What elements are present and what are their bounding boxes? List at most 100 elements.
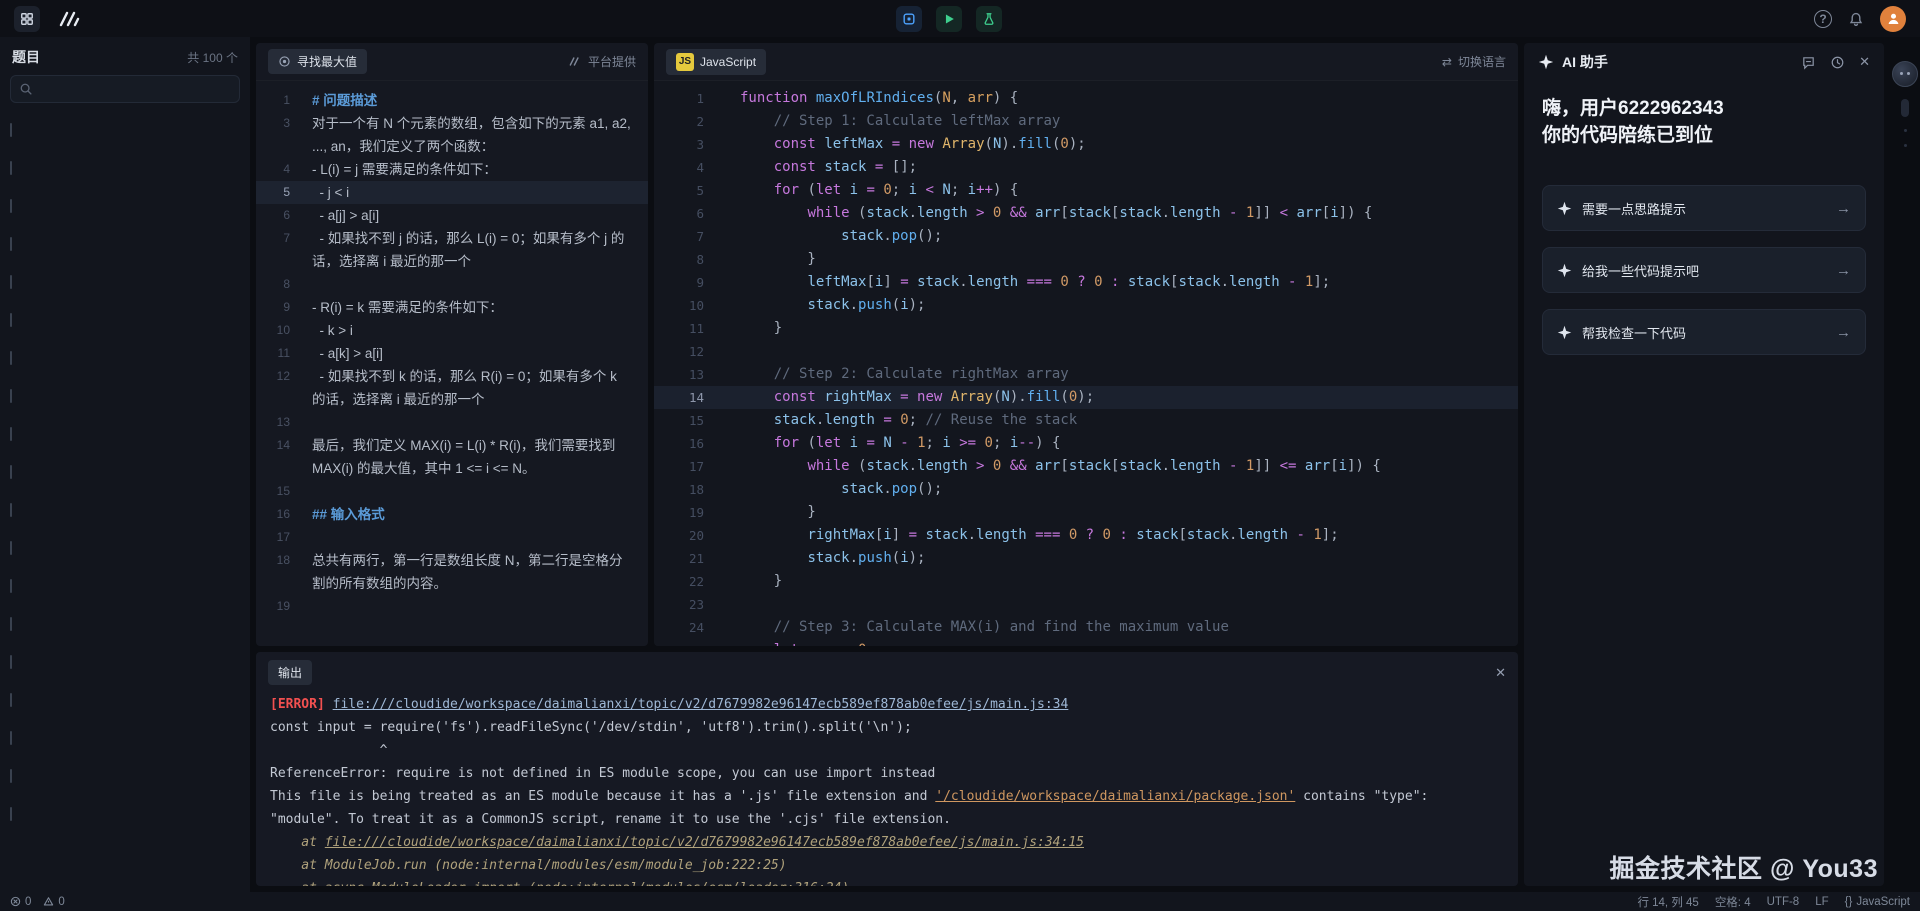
target-icon: [278, 55, 291, 68]
ai-suggestion-idea-hint[interactable]: 需要一点思路提示 →: [1542, 185, 1866, 231]
problem-title-badge[interactable]: 寻找最大值: [268, 49, 367, 74]
code-line[interactable]: 15 stack.length = 0; // Reuse the stack: [654, 409, 1518, 432]
code-line[interactable]: 14 const rightMax = new Array(N).fill(0)…: [654, 386, 1518, 409]
file-link[interactable]: file:///cloudide/workspace/daimalianxi/t…: [333, 697, 1069, 712]
close-icon: ✕: [1495, 665, 1506, 680]
app-menu-button[interactable]: [14, 6, 40, 32]
code-line[interactable]: 8 }: [654, 248, 1518, 271]
new-chat-button[interactable]: [1801, 55, 1816, 70]
language-mode[interactable]: {} JavaScript: [1845, 896, 1910, 908]
code-line[interactable]: 2 // Step 1: Calculate leftMax array: [654, 110, 1518, 133]
question-list-item[interactable]: [0, 377, 250, 415]
code-line[interactable]: 7 stack.pop();: [654, 225, 1518, 248]
question-list-item[interactable]: [0, 719, 250, 757]
ai-suggestion-label: 帮我检查一下代码: [1582, 323, 1686, 342]
ai-mascot-avatar[interactable]: [1892, 61, 1918, 87]
strip-handle[interactable]: [1901, 99, 1909, 117]
switch-language-button[interactable]: ⇄ 切换语言: [1442, 53, 1506, 70]
help-button[interactable]: ?: [1814, 10, 1832, 28]
line-number: 4: [654, 156, 704, 179]
sparkle-icon: [1538, 54, 1554, 70]
code-line[interactable]: 18 stack.pop();: [654, 478, 1518, 501]
output-text: This file is being treated as an ES modu…: [270, 789, 935, 804]
indent-setting[interactable]: 空格: 4: [1715, 894, 1751, 910]
close-ai-panel-button[interactable]: ✕: [1859, 54, 1870, 70]
problem-text: [290, 480, 648, 503]
user-avatar[interactable]: [1880, 6, 1906, 32]
code-line[interactable]: 5 for (let i = 0; i < N; i++) {: [654, 179, 1518, 202]
code-line[interactable]: 22 }: [654, 570, 1518, 593]
question-list-item[interactable]: [0, 453, 250, 491]
code-line[interactable]: 23: [654, 593, 1518, 616]
code-line[interactable]: 6 while (stack.length > 0 && arr[stack[s…: [654, 202, 1518, 225]
question-list-item[interactable]: [0, 339, 250, 377]
output-title: 输出: [278, 664, 302, 681]
question-list-item[interactable]: [0, 149, 250, 187]
code-line[interactable]: 21 stack.push(i);: [654, 547, 1518, 570]
line-number: 3: [256, 112, 290, 158]
question-search[interactable]: [10, 75, 240, 103]
warnings-indicator[interactable]: 0: [43, 896, 64, 908]
problem-line: 4- L(i) = j 需要满足的条件如下：: [256, 158, 648, 181]
question-list-item[interactable]: [0, 605, 250, 643]
problem-text: # 问题描述: [290, 89, 648, 112]
question-list-item[interactable]: [0, 111, 250, 149]
code-editor[interactable]: 1function maxOfLRIndices(N, arr) {2 // S…: [654, 81, 1518, 646]
question-list-item[interactable]: [0, 187, 250, 225]
code-line[interactable]: 12: [654, 340, 1518, 363]
code-line[interactable]: 17 while (stack.length > 0 && arr[stack[…: [654, 455, 1518, 478]
code-line[interactable]: 1function maxOfLRIndices(N, arr) {: [654, 87, 1518, 110]
statusbar-right: 行 14, 列 45 空格: 4 UTF-8 LF {} JavaScript: [1637, 894, 1910, 910]
question-list-item[interactable]: [0, 643, 250, 681]
eol-setting[interactable]: LF: [1815, 896, 1828, 908]
code-line[interactable]: 19 }: [654, 501, 1518, 524]
code-line[interactable]: 24 // Step 3: Calculate MAX(i) and find …: [654, 616, 1518, 639]
list-item-marker: [10, 199, 12, 213]
problem-line: 6 - a[j] > a[i]: [256, 204, 648, 227]
switch-language-label: 切换语言: [1458, 53, 1506, 70]
code-line[interactable]: 20 rightMax[i] = stack.length === 0 ? 0 …: [654, 524, 1518, 547]
code-text: [704, 340, 1518, 363]
flask-icon: [982, 12, 996, 26]
errors-indicator[interactable]: 0: [10, 896, 31, 908]
run-code-button[interactable]: [936, 6, 962, 32]
braces-icon: {}: [1845, 896, 1853, 908]
code-line[interactable]: 16 for (let i = N - 1; i >= 0; i--) {: [654, 432, 1518, 455]
code-text: for (let i = 0; i < N; i++) {: [704, 179, 1518, 202]
encoding-setting[interactable]: UTF-8: [1767, 896, 1800, 908]
problem-line: 7 - 如果找不到 j 的话，那么 L(i) = 0；如果有多个 j 的话，选择…: [256, 227, 648, 273]
close-output-button[interactable]: ✕: [1495, 666, 1506, 679]
question-list-item[interactable]: [0, 225, 250, 263]
code-line[interactable]: 11 }: [654, 317, 1518, 340]
question-list-item[interactable]: [0, 529, 250, 567]
file-link[interactable]: file:///cloudide/workspace/daimalianxi/t…: [325, 835, 1084, 850]
question-list-item[interactable]: [0, 263, 250, 301]
question-list-item[interactable]: [0, 301, 250, 339]
question-list-item[interactable]: [0, 795, 250, 833]
code-line[interactable]: 3 const leftMax = new Array(N).fill(0);: [654, 133, 1518, 156]
ai-suggestion-review-code[interactable]: 帮我检查一下代码 →: [1542, 309, 1866, 355]
code-line[interactable]: 4 const stack = [];: [654, 156, 1518, 179]
code-line[interactable]: 13 // Step 2: Calculate rightMax array: [654, 363, 1518, 386]
question-list-item[interactable]: [0, 415, 250, 453]
brand-logo-button[interactable]: [54, 6, 84, 32]
run-tests-button[interactable]: [976, 6, 1002, 32]
notifications-button[interactable]: [1848, 11, 1864, 27]
code-line[interactable]: 10 stack.push(i);: [654, 294, 1518, 317]
file-link[interactable]: '/cloudide/workspace/daimalianxi/package…: [935, 789, 1295, 804]
code-line[interactable]: 25 let max = 0;: [654, 639, 1518, 646]
question-list-item[interactable]: [0, 567, 250, 605]
question-list-item[interactable]: [0, 491, 250, 529]
code-line[interactable]: 9 leftMax[i] = stack.length === 0 ? 0 : …: [654, 271, 1518, 294]
format-code-button[interactable]: [896, 6, 922, 32]
history-button[interactable]: [1830, 55, 1845, 70]
question-list-item[interactable]: [0, 681, 250, 719]
search-input[interactable]: [39, 82, 231, 96]
list-item-marker: [10, 275, 12, 289]
cursor-position[interactable]: 行 14, 列 45: [1637, 894, 1698, 910]
output-text: at: [270, 835, 325, 850]
ai-suggestion-code-hint[interactable]: 给我一些代码提示吧 →: [1542, 247, 1866, 293]
language-badge[interactable]: JS JavaScript: [666, 49, 766, 75]
code-text: // Step 2: Calculate rightMax array: [704, 363, 1518, 386]
question-list-item[interactable]: [0, 757, 250, 795]
